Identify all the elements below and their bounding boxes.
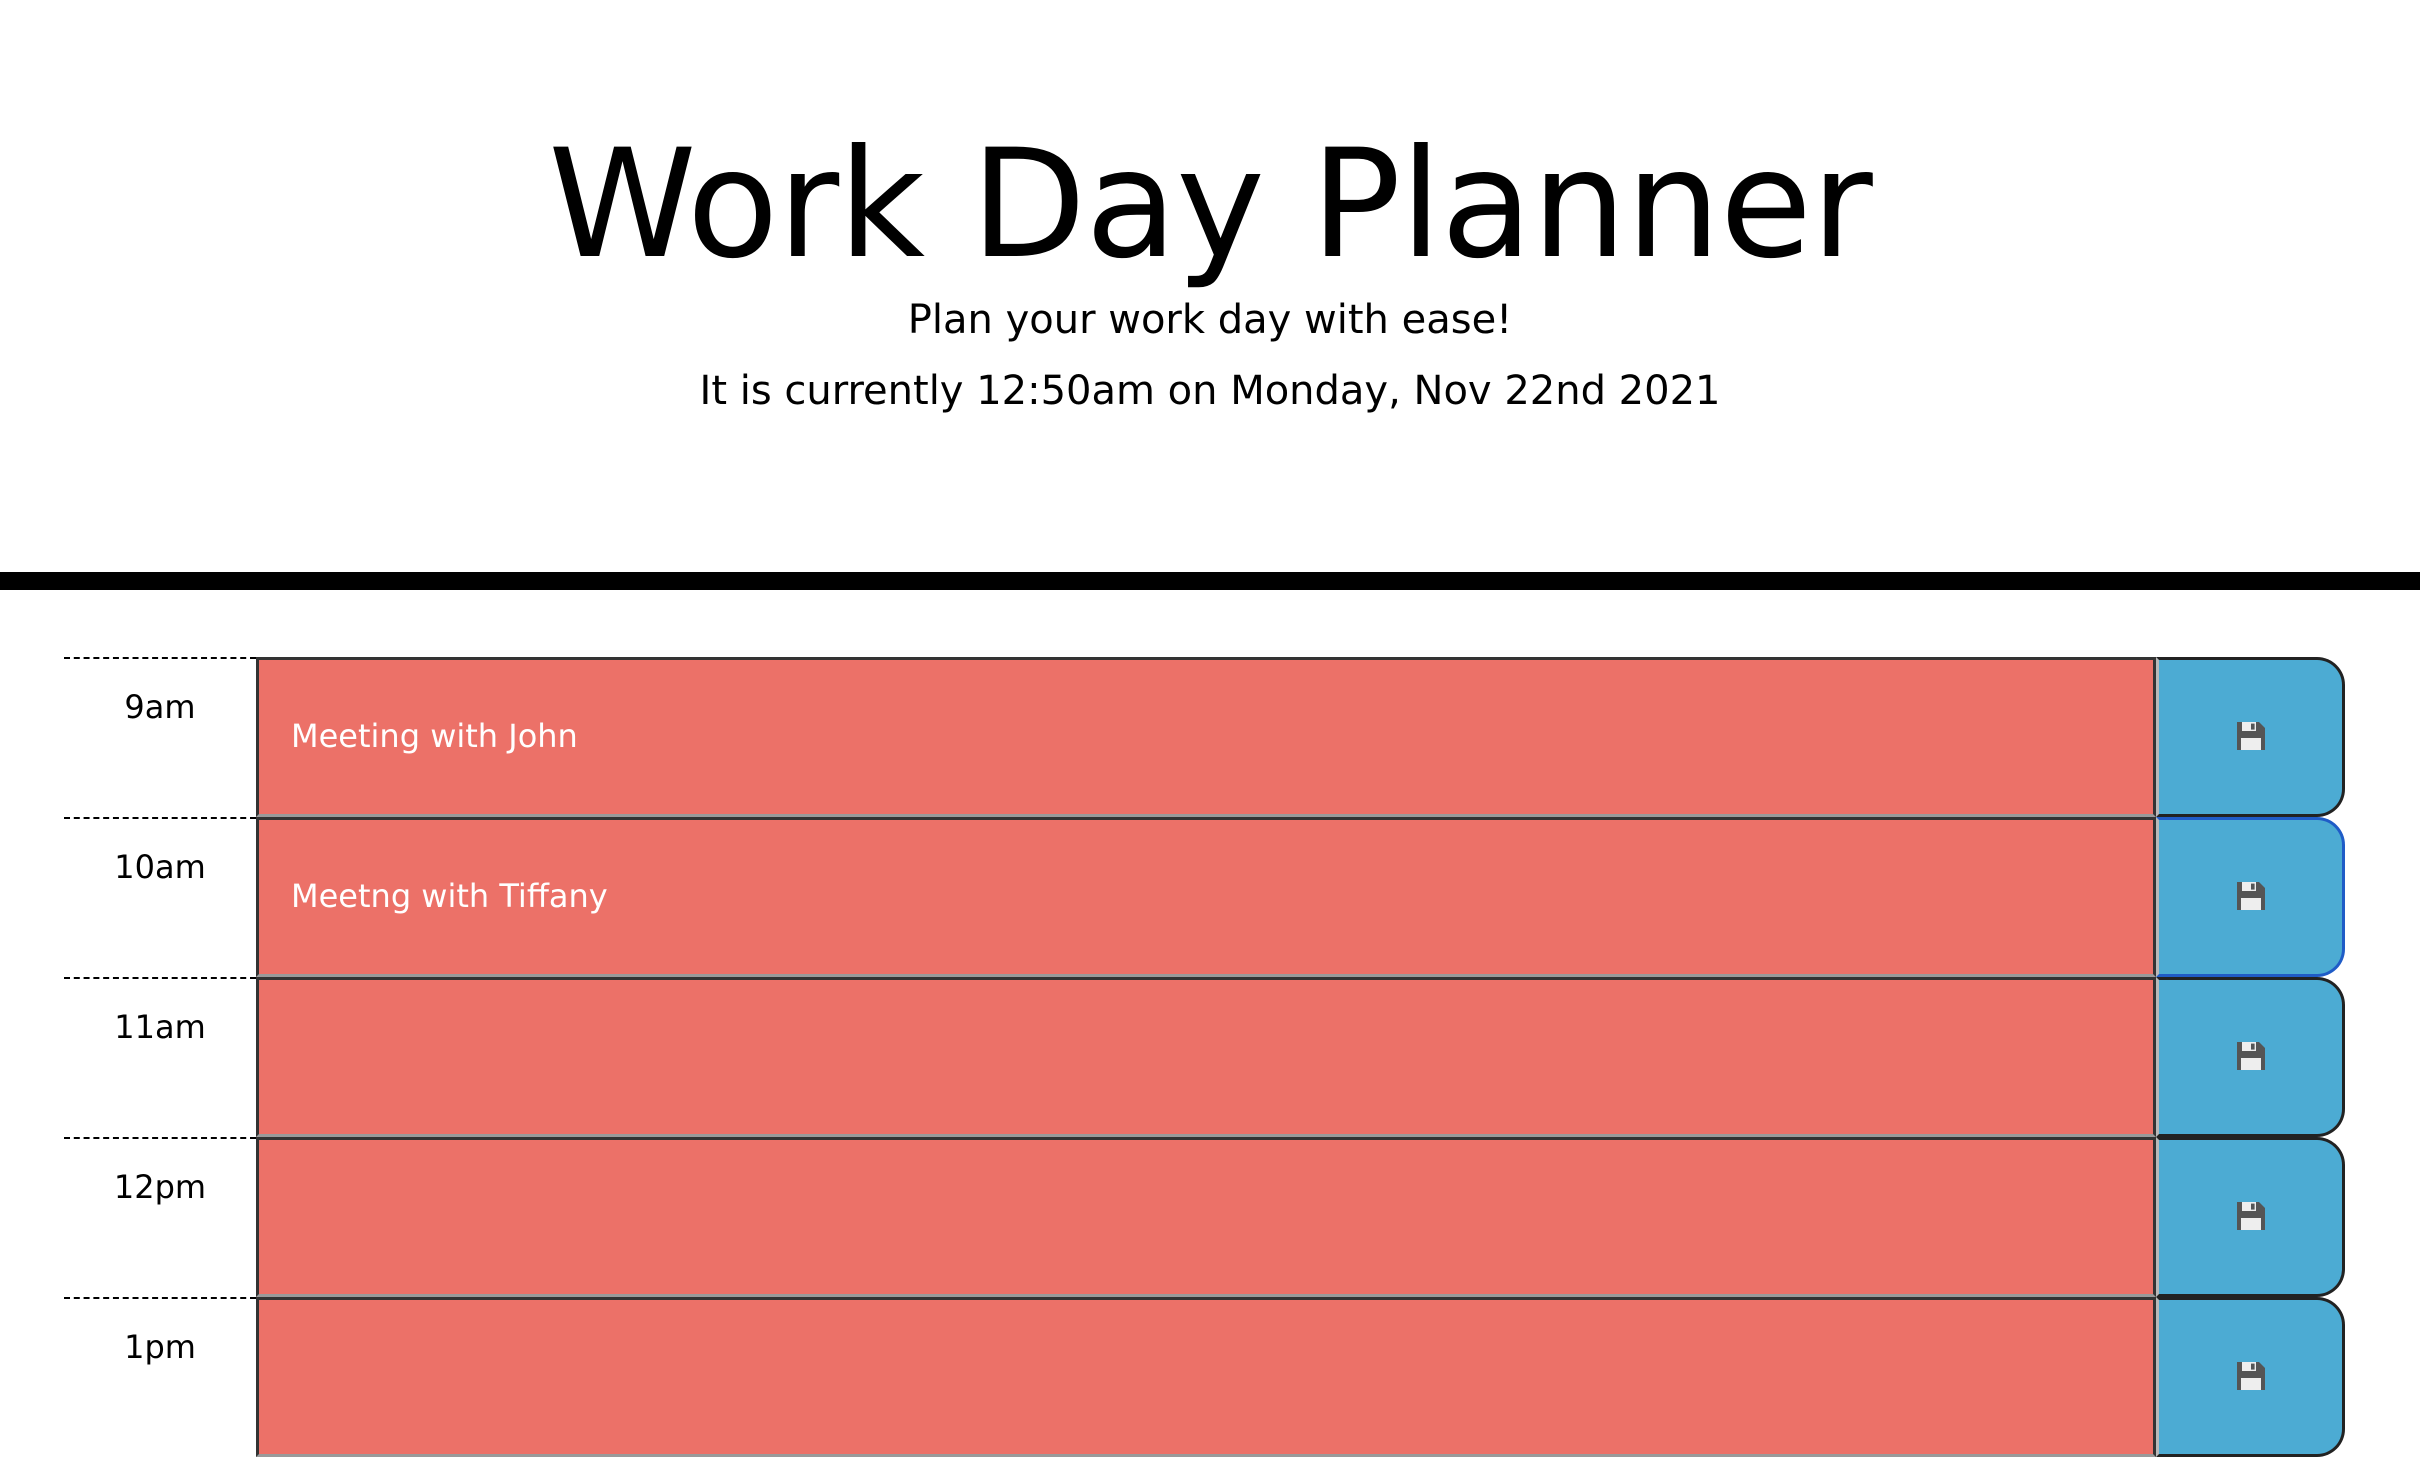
current-day: It is currently 12:50am on Monday, Nov 2… [699, 368, 1721, 414]
time-block-11am: 11am [64, 977, 2347, 1137]
hour-label: 12pm [64, 1137, 256, 1297]
time-block-9am: 9am Meeting with John [64, 657, 2347, 817]
time-block-1pm: 1pm [64, 1297, 2347, 1457]
floppy-disk-icon [2235, 1360, 2267, 1395]
page-subtitle: Plan your work day with ease! [907, 297, 1513, 343]
time-block-list: 9am Meeting with John 10am Meetng with T… [64, 657, 2347, 1457]
save-button[interactable] [2156, 977, 2345, 1137]
description-input[interactable]: Meetng with Tiffany [256, 817, 2156, 977]
description-input[interactable] [256, 977, 2156, 1137]
header-divider [0, 572, 2420, 590]
description-input[interactable] [256, 1137, 2156, 1297]
floppy-disk-icon [2235, 1200, 2267, 1235]
time-block-10am: 10am Meetng with Tiffany [64, 817, 2347, 977]
save-button[interactable] [2156, 817, 2345, 977]
floppy-disk-icon [2235, 880, 2267, 915]
save-button[interactable] [2156, 1137, 2345, 1297]
hour-label: 1pm [64, 1297, 256, 1457]
save-button[interactable] [2156, 657, 2345, 817]
save-button[interactable] [2156, 1297, 2345, 1457]
description-input[interactable]: Meeting with John [256, 657, 2156, 817]
hour-label: 9am [64, 657, 256, 817]
description-input[interactable] [256, 1297, 2156, 1457]
time-block-12pm: 12pm [64, 1137, 2347, 1297]
page-title: Work Day Planner [548, 118, 1873, 292]
page-header: Work Day Planner Plan your work day with… [0, 0, 2420, 572]
floppy-disk-icon [2235, 1040, 2267, 1075]
hour-label: 10am [64, 817, 256, 977]
hour-label: 11am [64, 977, 256, 1137]
floppy-disk-icon [2235, 720, 2267, 755]
